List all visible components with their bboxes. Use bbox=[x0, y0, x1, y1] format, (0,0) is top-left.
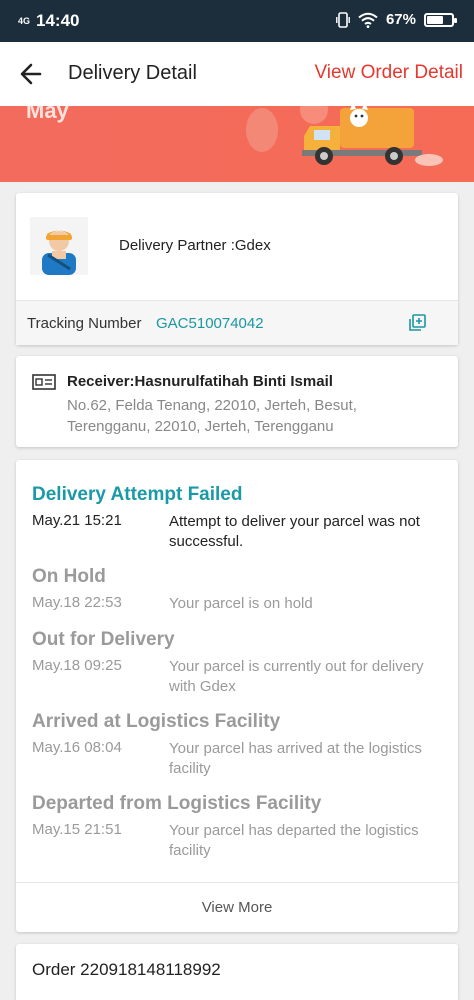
timeline-time: May.18 09:25 bbox=[32, 657, 122, 674]
timeline-status: Delivery Attempt Failed bbox=[32, 484, 243, 505]
receiver-name: Receiver:Hasnurulfatihah Binti Ismail bbox=[67, 373, 333, 390]
timeline-description: Your parcel is currently out for deliver… bbox=[169, 658, 424, 695]
courier-avatar-icon bbox=[30, 217, 88, 275]
timeline-status: On Hold bbox=[32, 566, 106, 587]
timeline-time: May.18 22:53 bbox=[32, 594, 122, 611]
timeline-status: Arrived at Logistics Facility bbox=[32, 711, 281, 732]
receiver-card: Receiver:Hasnurulfatihah Binti Ismail No… bbox=[16, 356, 458, 447]
wifi-icon bbox=[358, 12, 378, 28]
timeline-entry: Out for Delivery May.18 09:25 Your parce… bbox=[16, 629, 458, 699]
timeline-description: Your parcel has arrived at the logistics… bbox=[169, 740, 422, 777]
timeline-status: Out for Delivery bbox=[32, 629, 175, 650]
network-indicator: 4G bbox=[18, 15, 31, 26]
timeline-description: Attempt to deliver your parcel was not s… bbox=[169, 513, 420, 550]
status-bar: 4G 14:40 67% bbox=[0, 0, 474, 42]
delivery-truck-illustration bbox=[246, 106, 443, 166]
vibrate-icon bbox=[336, 11, 350, 28]
tracking-number-label: Tracking Number bbox=[27, 315, 142, 332]
delivery-partner-card: Delivery Partner :Gdex Tracking Number G… bbox=[16, 193, 458, 345]
copy-icon[interactable] bbox=[407, 313, 427, 333]
timeline-entry: Arrived at Logistics Facility May.16 08:… bbox=[16, 711, 458, 781]
timeline-status: Departed from Logistics Facility bbox=[32, 793, 322, 814]
timeline-description: Your parcel is on hold bbox=[169, 595, 313, 612]
id-card-icon bbox=[32, 374, 56, 390]
view-more-button[interactable]: View More bbox=[16, 882, 458, 932]
page-title: Delivery Detail bbox=[68, 62, 197, 84]
timeline-time: May.21 15:21 bbox=[32, 512, 122, 529]
banner-text: May bbox=[26, 106, 69, 123]
app-bar: Delivery Detail View Order Detail bbox=[0, 42, 474, 106]
tracking-timeline-card: Delivery Attempt Failed May.21 15:21 Att… bbox=[16, 460, 458, 932]
timeline-entry: Departed from Logistics Facility May.15 … bbox=[16, 793, 458, 863]
timeline-time: May.15 21:51 bbox=[32, 821, 122, 838]
timeline-entry: On Hold May.18 22:53 Your parcel is on h… bbox=[16, 566, 458, 618]
battery-icon bbox=[424, 12, 457, 27]
back-arrow-icon[interactable] bbox=[16, 58, 48, 90]
receiver-address: No.62, Felda Tenang, 22010, Jerteh, Besu… bbox=[67, 397, 357, 435]
timeline-time: May.16 08:04 bbox=[32, 739, 122, 756]
battery-level bbox=[427, 15, 444, 24]
battery-percent: 67% bbox=[385, 11, 416, 28]
order-number: Order 220918148118992 bbox=[32, 960, 221, 979]
tracking-number-row: Tracking Number GAC510074042 bbox=[16, 300, 458, 345]
delivery-partner-label: Delivery Partner :Gdex bbox=[119, 237, 271, 254]
timeline-description: Your parcel has departed the logistics f… bbox=[169, 822, 419, 859]
tracking-number-value[interactable]: GAC510074042 bbox=[156, 315, 264, 332]
view-order-detail-link[interactable]: View Order Detail bbox=[314, 62, 463, 84]
order-card[interactable]: Order 220918148118992 bbox=[16, 944, 458, 1000]
delivery-banner: May bbox=[0, 106, 474, 182]
timeline-entry: Delivery Attempt Failed May.21 15:21 Att… bbox=[16, 484, 458, 554]
clock: 14:40 bbox=[36, 11, 80, 30]
